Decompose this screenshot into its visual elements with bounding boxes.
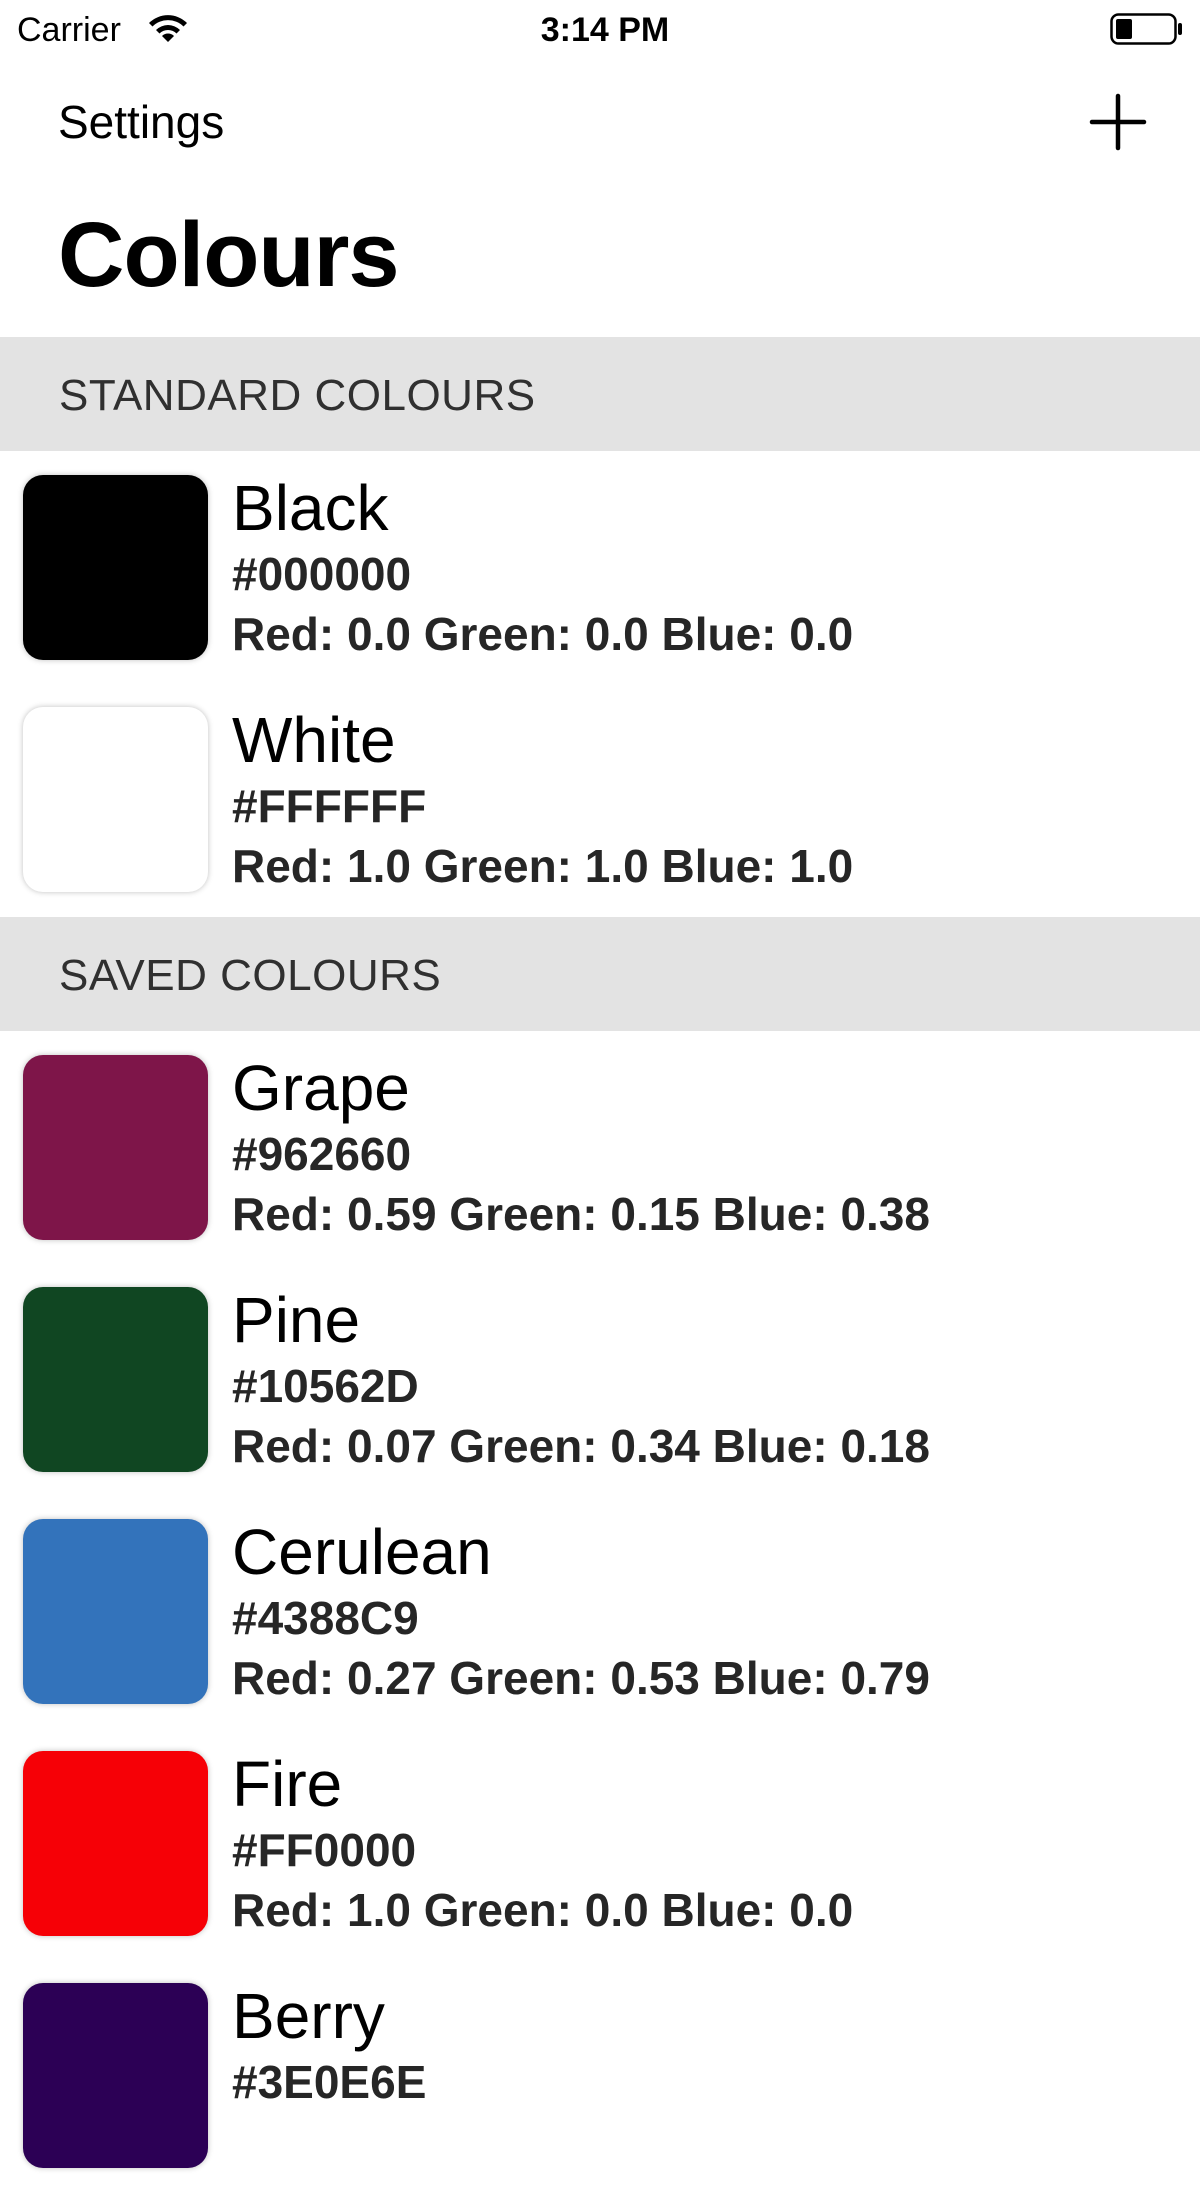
colour-name: White: [232, 704, 396, 776]
colour-name: Fire: [232, 1748, 343, 1820]
colour-swatch: [23, 1055, 208, 1240]
section-header-label: SAVED COLOURS: [59, 951, 442, 1000]
section-header-label: STANDARD COLOURS: [59, 371, 536, 420]
colour-row-fire[interactable]: Fire #FF0000 Red: 1.0 Green: 0.0 Blue: 0…: [0, 1728, 1200, 1960]
colour-name: Black: [232, 472, 389, 544]
colour-swatch: [23, 1287, 208, 1472]
colour-hex: #4388C9: [232, 1592, 419, 1644]
page-title: Colours: [58, 204, 400, 306]
colour-name: Grape: [232, 1052, 410, 1124]
colour-name: Cerulean: [232, 1516, 492, 1588]
colour-swatch: [23, 1751, 208, 1936]
colour-row-grape[interactable]: Grape #962660 Red: 0.59 Green: 0.15 Blue…: [0, 1032, 1200, 1264]
colour-hex: #FFFFFF: [232, 780, 427, 832]
colour-rgb: Red: 0.59 Green: 0.15 Blue: 0.38: [232, 1188, 930, 1240]
battery-icon: [1110, 13, 1182, 45]
colour-swatch: [23, 707, 208, 892]
colour-rgb: Red: 0.07 Green: 0.34 Blue: 0.18: [232, 1420, 930, 1472]
colour-rgb: Red: 0.27 Green: 0.53 Blue: 0.79: [232, 1652, 930, 1704]
colour-swatch: [23, 475, 208, 660]
section-header-saved: SAVED COLOURS: [0, 917, 1200, 1031]
colour-swatch: [23, 1519, 208, 1704]
colour-name: Pine: [232, 1284, 361, 1356]
colour-name: Berry: [232, 1980, 385, 2052]
colour-swatch: [23, 1983, 208, 2168]
settings-back-button[interactable]: Settings: [58, 96, 224, 148]
colour-rgb: Red: 0.0 Green: 0.0 Blue: 0.0: [232, 608, 854, 660]
colour-row-black[interactable]: Black #000000 Red: 0.0 Green: 0.0 Blue: …: [0, 452, 1200, 684]
plus-icon[interactable]: [1088, 92, 1148, 152]
clock-label: 3:14 PM: [540, 11, 670, 49]
colour-rgb: Red: 1.0 Green: 0.0 Blue: 0.0: [232, 1884, 854, 1936]
colour-row-berry[interactable]: Berry #3E0E6E: [0, 1960, 1200, 2192]
colour-hex: #10562D: [232, 1360, 419, 1412]
colour-hex: #3E0E6E: [232, 2056, 427, 2108]
section-header-standard: STANDARD COLOURS: [0, 337, 1200, 451]
colour-hex: #000000: [232, 548, 412, 600]
colour-hex: #FF0000: [232, 1824, 417, 1876]
colour-row-cerulean[interactable]: Cerulean #4388C9 Red: 0.27 Green: 0.53 B…: [0, 1496, 1200, 1728]
status-bar: Carrier 3:14 PM: [0, 0, 1200, 60]
colour-rgb: Red: 1.0 Green: 1.0 Blue: 1.0: [232, 840, 854, 892]
colour-row-pine[interactable]: Pine #10562D Red: 0.07 Green: 0.34 Blue:…: [0, 1264, 1200, 1496]
colour-row-white[interactable]: White #FFFFFF Red: 1.0 Green: 1.0 Blue: …: [0, 684, 1200, 916]
colour-hex: #962660: [232, 1128, 412, 1180]
